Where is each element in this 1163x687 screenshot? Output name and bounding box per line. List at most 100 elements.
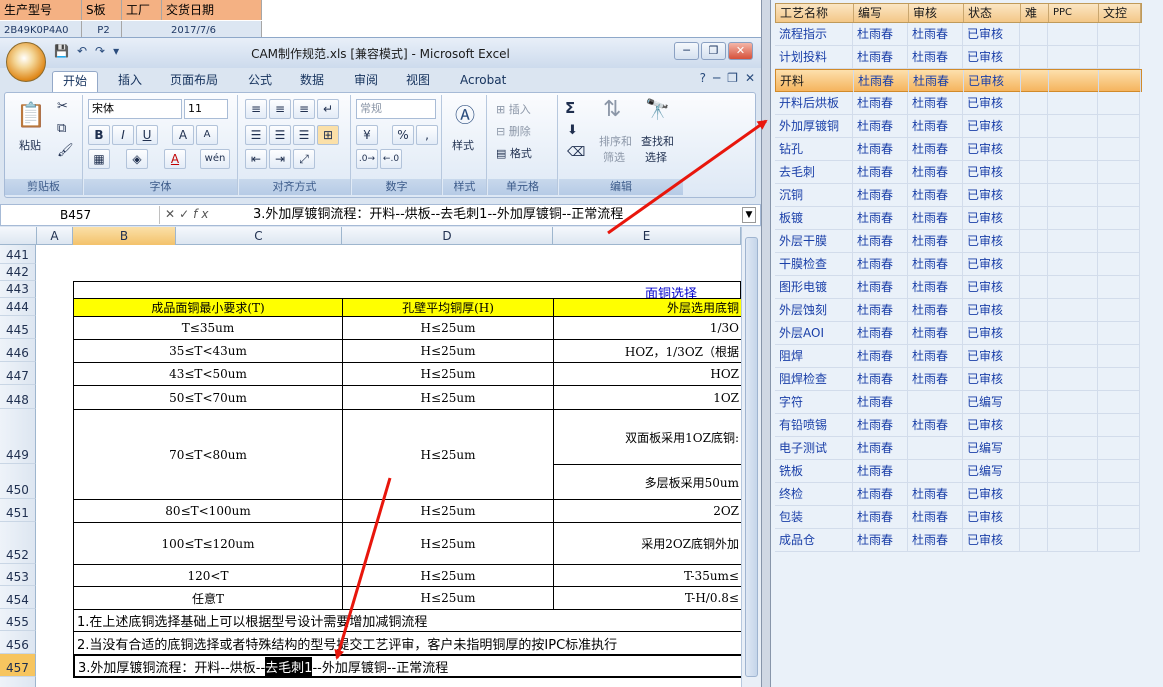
increase-decimal-icon[interactable]: .0→ (356, 149, 378, 169)
row-header[interactable]: 451 (0, 499, 36, 522)
enter-icon[interactable]: ✓ (179, 207, 193, 221)
find-select-icon[interactable]: 🔭 (645, 97, 670, 121)
cancel-icon[interactable]: ✕ (165, 207, 179, 221)
select-all-corner[interactable] (0, 227, 37, 245)
cut-icon[interactable]: ✂ (57, 99, 68, 114)
process-row[interactable]: 干膜检查 杜雨春 杜雨春 已审核 (775, 253, 1140, 276)
panel-splitter[interactable] (761, 0, 771, 687)
tab-page-layout[interactable]: 页面布局 (168, 71, 220, 92)
table-cell[interactable]: 1OZ (553, 385, 741, 410)
column-header[interactable]: 难 (1021, 4, 1049, 22)
row-header[interactable]: 454 (0, 586, 36, 609)
row-header[interactable]: 452 (0, 522, 36, 564)
format-cells-button[interactable]: ▤ 格式 (496, 145, 532, 161)
shrink-font-button[interactable]: A (196, 125, 218, 145)
decrease-decimal-icon[interactable]: ←.0 (380, 149, 402, 169)
table-cell[interactable]: 2OZ (553, 499, 741, 523)
number-format-select[interactable]: 常规 (356, 99, 436, 119)
vertical-scrollbar[interactable] (741, 227, 761, 687)
bg-header-cell[interactable]: 工厂 (122, 0, 162, 20)
font-name-select[interactable]: 宋体 (88, 99, 182, 119)
border-icon[interactable]: ▦ (88, 149, 110, 169)
column-header[interactable]: 状态 (964, 4, 1021, 22)
process-row[interactable]: 图形电镀 杜雨春 杜雨春 已审核 (775, 276, 1140, 299)
formula-input[interactable]: 3.外加厚镀铜流程：开料--烘板--去毛刺1--外加厚镀铜--正常流程 (253, 206, 623, 224)
tab-acrobat[interactable]: Acrobat (458, 71, 508, 92)
row-header[interactable]: 445 (0, 316, 36, 339)
table-cell[interactable]: 1/3O (553, 316, 741, 340)
name-box[interactable]: B457 (5, 206, 160, 224)
expand-formula-icon[interactable]: ▼ (742, 207, 756, 223)
table-cell[interactable]: H≤25um (342, 586, 554, 610)
table-header[interactable]: 成品面铜最小要求(T) (73, 298, 343, 317)
process-row[interactable]: 阻焊检查 杜雨春 杜雨春 已审核 (775, 368, 1140, 391)
table-cell[interactable]: 任意T (73, 586, 343, 610)
process-row[interactable]: 电子测试 杜雨春 已编写 (775, 437, 1140, 460)
table-cell[interactable]: H≤25um (342, 522, 554, 565)
table-cell[interactable]: H≤25um (342, 409, 554, 500)
decrease-indent-icon[interactable]: ⇤ (245, 149, 267, 169)
row-header[interactable]: 444 (0, 298, 36, 316)
italic-button[interactable]: I (112, 125, 134, 145)
tab-data[interactable]: 数据 (298, 71, 326, 92)
merge-center-icon[interactable]: ⊞ (317, 125, 339, 145)
font-color-button[interactable]: A (164, 149, 186, 169)
row-header[interactable] (0, 677, 36, 687)
row-header[interactable]: 442 (0, 264, 36, 281)
table-cell[interactable]: 80≤T<100um (73, 499, 343, 523)
tab-view[interactable]: 视图 (404, 71, 432, 92)
table-cell[interactable]: H≤25um (342, 316, 554, 340)
table-cell[interactable]: H≤25um (342, 362, 554, 386)
process-row[interactable]: 铣板 杜雨春 已编写 (775, 460, 1140, 483)
process-row[interactable]: 开料 杜雨春 杜雨春 已审核 (775, 69, 1142, 92)
table-cell[interactable]: 多层板采用50um (553, 464, 741, 500)
table-cell[interactable]: 70≤T<80um (73, 409, 343, 500)
column-header[interactable]: PPC (1049, 4, 1099, 22)
table-cell[interactable]: 43≤T<50um (73, 362, 343, 386)
process-row[interactable]: 阻焊 杜雨春 杜雨春 已审核 (775, 345, 1140, 368)
table-cell[interactable]: 采用2OZ底铜外加 (553, 522, 741, 565)
wrap-text-icon[interactable]: ↵ (317, 99, 339, 119)
process-row[interactable]: 沉铜 杜雨春 杜雨春 已审核 (775, 184, 1140, 207)
table-cell[interactable]: H≤25um (342, 499, 554, 523)
column-header[interactable]: 文控 (1099, 4, 1141, 22)
close-button[interactable]: ✕ (728, 42, 753, 60)
table-cell[interactable]: 双面板采用1OZ底铜: (553, 409, 741, 465)
table-header[interactable]: 外层选用底铜 (553, 298, 741, 317)
table-cell[interactable]: H≤25um (342, 339, 554, 363)
table-cell[interactable]: 100≤T≤120um (73, 522, 343, 565)
column-header[interactable]: 审核 (909, 4, 964, 22)
title-cell[interactable] (73, 281, 741, 299)
table-cell[interactable]: HOZ (553, 362, 741, 386)
note-cell[interactable]: 1.在上述底铜选择基础上可以根据型号设计需要增加减铜流程 (73, 609, 741, 632)
styles-icon[interactable]: Ⓐ (449, 99, 481, 131)
scrollbar-thumb[interactable] (745, 237, 758, 677)
table-cell[interactable]: HOZ，1/3OZ（根据 (553, 339, 741, 363)
sort-filter-label-2[interactable]: 筛选 (603, 149, 625, 165)
styles-button[interactable]: 样式 (452, 137, 474, 153)
process-row[interactable]: 板镀 杜雨春 杜雨春 已审核 (775, 207, 1140, 230)
format-painter-icon[interactable]: 🖌 (57, 143, 74, 158)
process-row[interactable]: 计划投料 杜雨春 杜雨春 已审核 (775, 46, 1140, 69)
bold-button[interactable]: B (88, 125, 110, 145)
process-row[interactable]: 去毛刺 杜雨春 杜雨春 已审核 (775, 161, 1140, 184)
note-cell[interactable]: 2.当没有合适的底铜选择或者特殊结构的型号提交工艺评审，客户未指明铜厚的按IPC… (73, 631, 741, 655)
process-row[interactable]: 包装 杜雨春 杜雨春 已审核 (775, 506, 1140, 529)
copy-icon[interactable]: ⧉ (57, 121, 66, 136)
maximize-button[interactable]: ❐ (701, 42, 726, 60)
bg-header-cell[interactable]: 交货日期 (162, 0, 262, 20)
find-select-label-1[interactable]: 查找和 (641, 133, 674, 149)
row-header[interactable]: 443 (0, 281, 36, 298)
percent-button[interactable]: % (392, 125, 414, 145)
wb-restore-button[interactable]: ❐ (727, 71, 738, 85)
align-center-icon[interactable]: ☰ (269, 125, 291, 145)
underline-button[interactable]: U (136, 125, 158, 145)
column-header[interactable]: 编写 (854, 4, 909, 22)
row-header[interactable]: 450 (0, 464, 36, 499)
insert-function-button[interactable]: fx (193, 207, 212, 221)
row-header[interactable]: 446 (0, 339, 36, 362)
delete-cells-button[interactable]: ⊟ 删除 (496, 123, 531, 139)
active-cell-b457[interactable]: 3.外加厚镀铜流程：开料--烘板-- 去毛刺1 --外加厚镀铜--正常流程 (73, 654, 741, 678)
row-header[interactable]: 455 (0, 609, 36, 631)
orientation-icon[interactable]: ⤢ (293, 149, 315, 169)
